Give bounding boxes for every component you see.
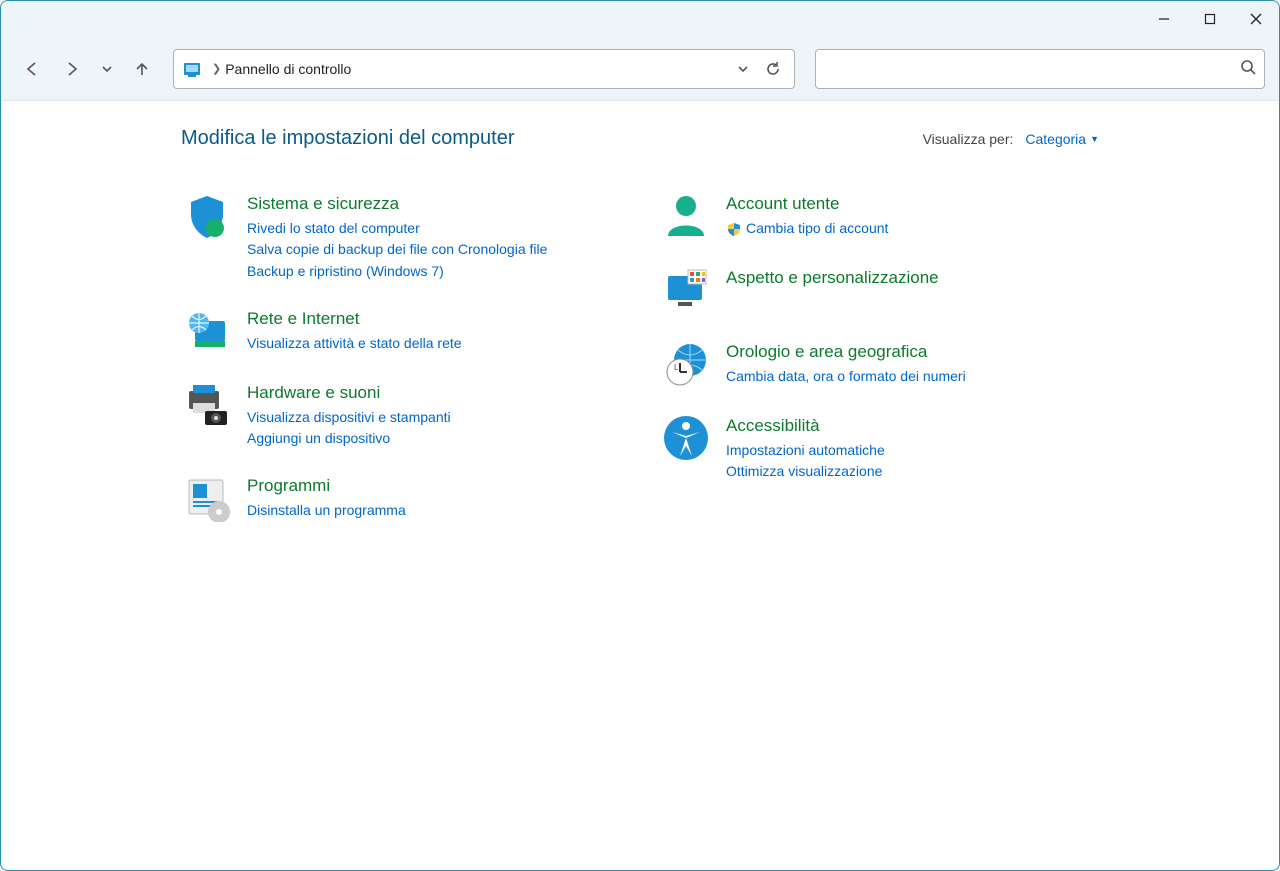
category-link[interactable]: Disinstalla un programma <box>247 500 406 522</box>
svg-text:L: L <box>674 363 679 372</box>
back-button[interactable] <box>15 52 49 86</box>
category-link[interactable]: Ottimizza visualizzazione <box>726 461 885 483</box>
view-by-label: Visualizza per: <box>923 131 1014 147</box>
view-by: Visualizza per: Categoria ▼ <box>923 131 1099 147</box>
address-bar[interactable]: ❯ Pannello di controllo <box>173 49 795 89</box>
view-by-value: Categoria <box>1025 131 1086 147</box>
category-title[interactable]: Programmi <box>247 474 406 498</box>
forward-button[interactable] <box>55 52 89 86</box>
accessibility-icon <box>660 412 712 464</box>
view-by-dropdown[interactable]: Categoria ▼ <box>1025 131 1099 147</box>
arrow-right-icon <box>63 60 81 78</box>
maximize-button[interactable] <box>1187 1 1233 37</box>
chevron-down-icon <box>101 63 113 75</box>
uac-shield-icon <box>726 221 742 237</box>
right-column: Account utente Cambia tipo di account <box>660 190 1099 546</box>
search-icon <box>1240 59 1256 78</box>
category-link[interactable]: Visualizza attività e stato della rete <box>247 333 462 355</box>
minimize-icon <box>1158 13 1170 25</box>
chevron-down-icon <box>737 63 749 75</box>
breadcrumb-location[interactable]: Pannello di controllo <box>225 61 351 77</box>
category-appearance: Aspetto e personalizzazione <box>660 264 1099 316</box>
category-title[interactable]: Rete e Internet <box>247 307 462 331</box>
search-bar[interactable] <box>815 49 1265 89</box>
program-disc-icon <box>181 472 233 524</box>
titlebar <box>1 1 1279 37</box>
address-dropdown-button[interactable] <box>728 54 758 84</box>
category-programs: Programmi Disinstalla un programma <box>181 472 620 524</box>
search-input[interactable] <box>824 61 1240 77</box>
category-network-internet: Rete e Internet Visualizza attività e st… <box>181 305 620 357</box>
refresh-button[interactable] <box>758 54 788 84</box>
minimize-button[interactable] <box>1141 1 1187 37</box>
category-hardware-sound: Hardware e suoni Visualizza dispositivi … <box>181 379 620 450</box>
control-panel-window: ❯ Pannello di controllo Modifica le impo… <box>0 0 1280 871</box>
category-link[interactable]: Visualizza dispositivi e stampanti <box>247 407 451 429</box>
category-system-security: Sistema e sicurezza Rivedi lo stato del … <box>181 190 620 283</box>
recent-locations-button[interactable] <box>95 52 119 86</box>
user-icon <box>660 190 712 242</box>
category-link[interactable]: Aggiungi un dispositivo <box>247 428 451 450</box>
left-column: Sistema e sicurezza Rivedi lo stato del … <box>181 190 620 546</box>
shield-icon <box>181 190 233 242</box>
clock-globe-icon: L <box>660 338 712 390</box>
breadcrumb-separator-icon: ❯ <box>212 62 221 75</box>
category-title[interactable]: Aspetto e personalizzazione <box>726 266 939 290</box>
category-link[interactable]: Cambia data, ora o formato dei numeri <box>726 366 966 388</box>
category-link-text: Cambia tipo di account <box>746 218 888 240</box>
category-title[interactable]: Hardware e suoni <box>247 381 451 405</box>
category-link[interactable]: Impostazioni automatiche <box>726 440 885 462</box>
globe-monitor-icon <box>181 305 233 357</box>
category-link[interactable]: Backup e ripristino (Windows 7) <box>247 261 547 283</box>
refresh-icon <box>765 61 781 77</box>
category-clock-region: L Orologio e area geografica Cambia data… <box>660 338 1099 390</box>
category-link[interactable]: Salva copie di backup dei file con Crono… <box>247 239 547 261</box>
up-button[interactable] <box>125 52 159 86</box>
category-title[interactable]: Accessibilità <box>726 414 885 438</box>
arrow-up-icon <box>133 60 151 78</box>
arrow-left-icon <box>23 60 41 78</box>
category-title[interactable]: Orologio e area geografica <box>726 340 966 364</box>
category-link[interactable]: Cambia tipo di account <box>726 218 888 240</box>
category-accessibility: Accessibilità Impostazioni automatiche O… <box>660 412 1099 483</box>
close-icon <box>1250 13 1262 25</box>
maximize-icon <box>1204 13 1216 25</box>
header-row: Modifica le impostazioni del computer Vi… <box>181 127 1099 150</box>
chevron-down-icon: ▼ <box>1090 134 1099 144</box>
category-user-accounts: Account utente Cambia tipo di account <box>660 190 1099 242</box>
toolbar: ❯ Pannello di controllo <box>1 37 1279 101</box>
close-button[interactable] <box>1233 1 1279 37</box>
monitor-personalize-icon <box>660 264 712 316</box>
category-title[interactable]: Account utente <box>726 192 888 216</box>
category-title[interactable]: Sistema e sicurezza <box>247 192 547 216</box>
printer-camera-icon <box>181 379 233 431</box>
category-columns: Sistema e sicurezza Rivedi lo stato del … <box>181 190 1099 546</box>
category-link[interactable]: Rivedi lo stato del computer <box>247 218 547 240</box>
control-panel-icon <box>182 59 202 79</box>
page-title: Modifica le impostazioni del computer <box>181 127 515 150</box>
content-area: Modifica le impostazioni del computer Vi… <box>1 101 1279 870</box>
